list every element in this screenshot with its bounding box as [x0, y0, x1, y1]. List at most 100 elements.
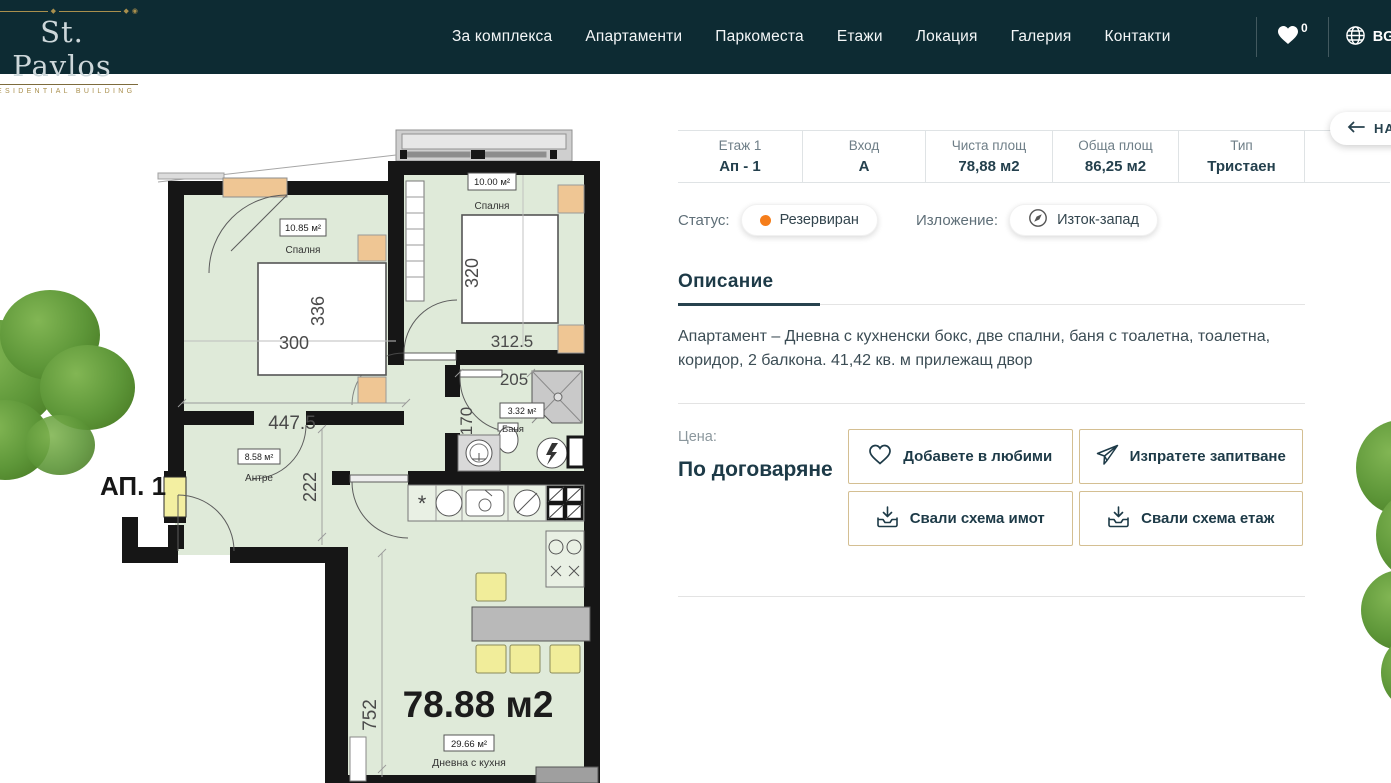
- language-selector[interactable]: BG: [1345, 25, 1391, 50]
- download-icon: [876, 506, 899, 532]
- bottom-door: [350, 737, 366, 781]
- language-label: BG: [1373, 29, 1391, 45]
- shaft: [568, 437, 584, 467]
- send-inquiry-button[interactable]: Изпратете запитване: [1079, 429, 1304, 484]
- nav-item-contacts[interactable]: Контакти: [1105, 28, 1171, 46]
- bathroom-name-label: Баня: [502, 424, 524, 435]
- dining-table: [472, 607, 590, 641]
- spec-gross-area-label: Обща площ: [1078, 138, 1153, 153]
- arrow-left-icon: [1347, 121, 1365, 136]
- exposure-badge[interactable]: Изток-запад: [1009, 204, 1158, 236]
- spec-floor-value: Ап - 1: [719, 158, 761, 175]
- bathroom-area-label: 3.32 м²: [508, 406, 537, 416]
- dim-corridor: 447.5: [268, 413, 316, 434]
- total-area-label: 78.88 м2: [403, 684, 554, 725]
- nightstand: [358, 377, 386, 403]
- apartment-number-label: АП. 1: [100, 471, 166, 501]
- header-divider: [1328, 17, 1329, 57]
- download-floor-plan-label: Свали схема етаж: [1141, 510, 1274, 527]
- bedroom2-name-label: Спалня: [475, 201, 510, 212]
- paper-plane-icon: [1096, 444, 1119, 470]
- corner-unit: [546, 531, 584, 587]
- spec-entrance: Вход А: [803, 131, 926, 182]
- add-to-favorites-button[interactable]: Добавете в любими: [848, 429, 1073, 484]
- status-row: Статус: Резервиран Изложение: Изток-запа…: [678, 204, 1390, 236]
- spec-net-area: Чиста площ 78,88 м2: [926, 131, 1053, 182]
- entry-window: [164, 477, 186, 517]
- living-name-label: Дневна с кухня: [432, 757, 506, 769]
- compass-icon: [1028, 208, 1048, 232]
- spec-floor-label: Етаж 1: [719, 138, 762, 153]
- status-badge[interactable]: Резервиран: [741, 204, 878, 236]
- nav-item-about[interactable]: За комплекса: [452, 28, 552, 46]
- media-unit: [536, 767, 598, 783]
- description-text: Апартамент – Дневна с кухненски бокс, дв…: [678, 325, 1318, 372]
- download-floor-plan-button[interactable]: Свали схема етаж: [1079, 491, 1304, 546]
- spec-type: Тип Тристаен: [1179, 131, 1305, 182]
- dim-bath-depth: 170: [457, 407, 476, 435]
- dim-living-height: 752: [360, 699, 381, 731]
- nav-item-parking[interactable]: Паркоместа: [715, 28, 804, 46]
- bedroom1-name-label: Спалня: [286, 245, 321, 256]
- globe-icon: [1345, 25, 1366, 50]
- dim-bed2-width: 312.5: [491, 332, 534, 351]
- nav-item-floors[interactable]: Етажи: [837, 28, 883, 46]
- floorplan-drawing: * 447.5 300 336: [100, 85, 660, 783]
- top-navigation-bar: ◆◆◉ St. Pavlos RESIDENTIAL BUILDING За к…: [0, 0, 1391, 74]
- status-dot-icon: [760, 215, 771, 226]
- header-divider: [1256, 17, 1257, 57]
- spec-entrance-label: Вход: [849, 138, 880, 153]
- status-value: Резервиран: [780, 212, 859, 228]
- spec-floor: Етаж 1 Ап - 1: [678, 131, 803, 182]
- spec-type-value: Тристаен: [1207, 158, 1275, 175]
- kitchen-sink: [466, 490, 504, 516]
- exposure-value: Изток-запад: [1057, 212, 1139, 228]
- header-utilities: 0 BG: [1256, 0, 1391, 74]
- ledge: [158, 173, 224, 179]
- heart-icon: [1277, 25, 1299, 50]
- spec-gross-area-value: 86,25 м2: [1085, 158, 1146, 175]
- entry-name-label: Антре: [245, 473, 273, 484]
- nav-item-apartments[interactable]: Апартаменти: [585, 28, 682, 46]
- nightstand: [358, 235, 386, 261]
- favorites-count: 0: [1301, 21, 1308, 35]
- balcony-top: [396, 130, 572, 161]
- spec-table: Етаж 1 Ап - 1 Вход А Чиста площ 78,88 м2…: [678, 130, 1390, 183]
- favorites-button[interactable]: 0: [1273, 25, 1312, 50]
- logo-subtitle: RESIDENTIAL BUILDING: [0, 84, 138, 95]
- spec-net-area-label: Чиста площ: [952, 138, 1027, 153]
- price-section: Цена: По договаряне Добавете в любими Из…: [678, 429, 1390, 546]
- logo-title: St. Pavlos: [0, 15, 138, 83]
- dim-entry-depth: 222: [300, 472, 320, 502]
- logo-ornament: ◆◆◉: [0, 7, 138, 15]
- nightstand: [558, 185, 584, 213]
- divider: [678, 596, 1305, 597]
- dim-bed1-width: 300: [279, 333, 309, 353]
- spec-gross-area: Обща площ 86,25 м2: [1053, 131, 1179, 182]
- balcony-door-bedroom1: [223, 178, 287, 197]
- dim-bed1-length: 336: [308, 296, 328, 326]
- spec-type-label: Тип: [1230, 138, 1253, 153]
- dim-bed2-length: 320: [462, 258, 482, 288]
- nav-item-gallery[interactable]: Галерия: [1011, 28, 1072, 46]
- back-button[interactable]: НАЗАД: [1330, 112, 1391, 145]
- download-unit-plan-label: Свали схема имот: [910, 510, 1045, 527]
- heart-outline-icon: [868, 444, 892, 469]
- send-inquiry-label: Изпратете запитване: [1130, 448, 1286, 465]
- description-underline: [678, 303, 1305, 306]
- spec-entrance-value: А: [859, 158, 870, 175]
- nav-item-location[interactable]: Локация: [916, 28, 978, 46]
- bedroom2-area-label: 10.00 м²: [474, 177, 510, 188]
- action-buttons: Добавете в любими Изпратете запитване Св…: [848, 429, 1303, 546]
- dim-bath-width: 205: [500, 370, 528, 389]
- download-icon: [1107, 506, 1130, 532]
- bedroom1-area-label: 10.85 м²: [285, 223, 321, 234]
- status-label: Статус:: [678, 212, 730, 229]
- living-area-label: 29.66 м²: [451, 739, 487, 750]
- exposure-label: Изложение:: [916, 212, 998, 229]
- download-unit-plan-button[interactable]: Свали схема имот: [848, 491, 1073, 546]
- description-heading: Описание: [678, 271, 1390, 293]
- back-button-label: НАЗАД: [1374, 121, 1391, 136]
- site-logo[interactable]: ◆◆◉ St. Pavlos RESIDENTIAL BUILDING: [0, 7, 138, 95]
- washing-machine: [436, 490, 462, 516]
